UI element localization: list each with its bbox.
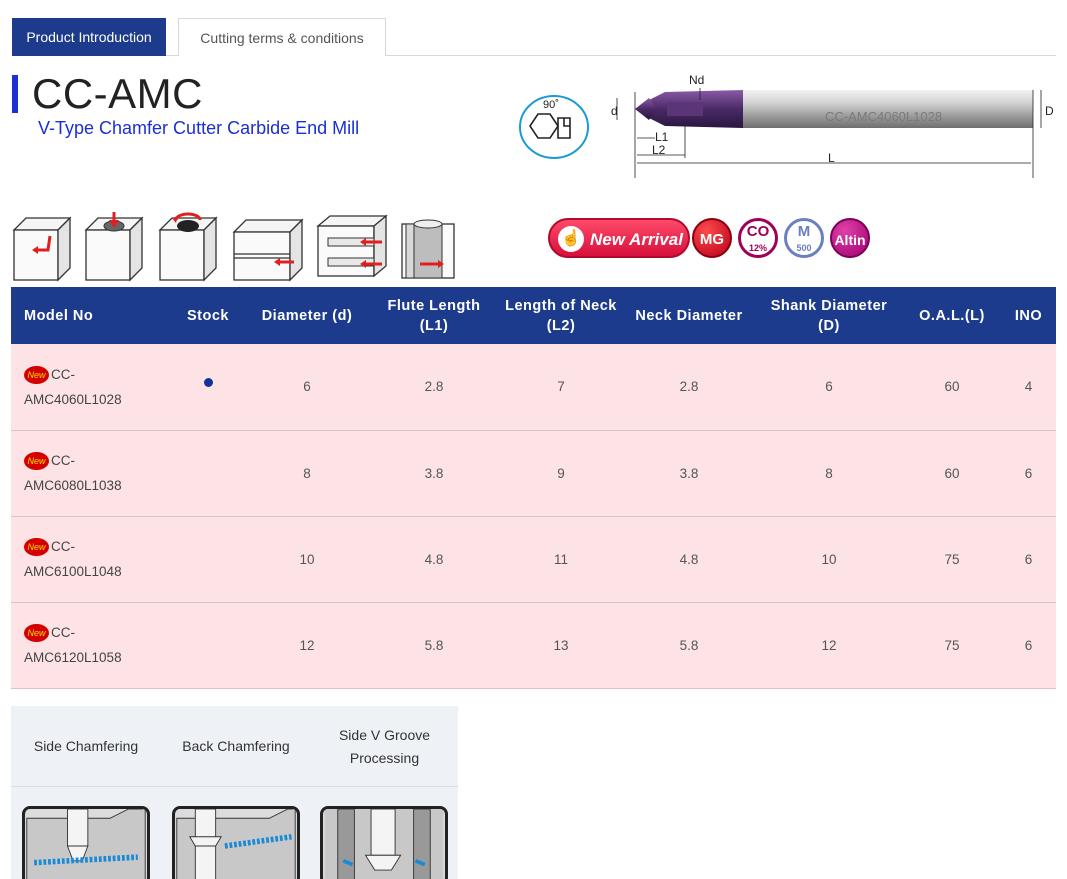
ino-cell: 6 xyxy=(1001,430,1056,517)
neck-diameter-cell: 3.8 xyxy=(623,430,755,517)
page-subtitle: V-Type Chamfer Cutter Carbide End Mill xyxy=(38,118,360,138)
tab-product-introduction[interactable]: Product Introduction xyxy=(12,18,166,56)
stock-cell xyxy=(171,516,245,603)
back-chamfering-illustration xyxy=(172,806,300,879)
new-arrival-badge: ☝ New Arrival xyxy=(548,218,690,258)
oal-cell: 75 xyxy=(903,602,1001,689)
neck-length-cell: 9 xyxy=(499,430,623,517)
col-model-no: Model No xyxy=(11,287,171,344)
col-ino: INO xyxy=(1001,287,1056,344)
col-stock: Stock xyxy=(171,287,245,344)
spec-table: Model No Stock Diameter (d) Flute Length… xyxy=(11,287,1056,689)
dim-label-L2: L2 xyxy=(652,143,666,157)
inner-groove-operation-icon xyxy=(401,219,455,279)
col-oal: O.A.L.(L) xyxy=(903,287,1001,344)
flute-length-cell: 2.8 xyxy=(369,344,499,431)
side-chamfer-operation-icon xyxy=(12,216,72,282)
diameter-cell: 10 xyxy=(245,516,369,603)
chamfer-angle-icon: 90˚ xyxy=(519,95,589,159)
neck-diameter-cell: 4.8 xyxy=(623,516,755,603)
table-row: New CC- AMC6120L1058 12 5.8 13 5.8 12 75 6 xyxy=(11,602,1056,689)
co-badge: CO 12% xyxy=(738,218,778,258)
neck-length-cell: 7 xyxy=(499,344,623,431)
oal-cell: 75 xyxy=(903,516,1001,603)
table-row: New CC- AMC4060L1028 6 2.8 7 2.8 6 60 4 xyxy=(11,344,1056,431)
altin-badge: Altin xyxy=(830,218,870,258)
neck-diameter-cell: 5.8 xyxy=(623,602,755,689)
dim-label-d: d xyxy=(611,104,618,118)
shank-diameter-cell: 10 xyxy=(755,516,903,603)
tab-cutting-terms[interactable]: Cutting terms & conditions xyxy=(178,18,386,56)
touch-hand-icon: ☝ xyxy=(558,226,584,252)
diameter-cell: 8 xyxy=(245,430,369,517)
shank-diameter-cell: 8 xyxy=(755,430,903,517)
shank-diameter-cell: 12 xyxy=(755,602,903,689)
model-cell[interactable]: New CC- AMC6080L1038 xyxy=(11,430,171,517)
shank-engraving: CC-AMC4060L1028 xyxy=(825,109,942,124)
oal-cell: 60 xyxy=(903,430,1001,517)
double-groove-operation-icon xyxy=(316,214,388,278)
side-chamfering-illustration xyxy=(22,806,150,879)
stock-cell xyxy=(171,344,245,431)
ino-cell: 4 xyxy=(1001,344,1056,431)
oal-cell: 60 xyxy=(903,344,1001,431)
applications-header: Side Chamfering Back Chamfering Side V G… xyxy=(11,706,458,787)
dim-label-L1: L1 xyxy=(655,130,669,144)
diameter-cell: 12 xyxy=(245,602,369,689)
stock-cell xyxy=(171,602,245,689)
ino-cell: 6 xyxy=(1001,516,1056,603)
hole-chamfer-operation-icon xyxy=(84,212,144,282)
flute-length-cell: 4.8 xyxy=(369,516,499,603)
dim-label-D: D xyxy=(1045,104,1054,118)
pocket-chamfer-operation-icon xyxy=(158,212,218,282)
tab-bar: Product Introduction Cutting terms & con… xyxy=(12,18,1056,56)
m500-badge: M 500 xyxy=(784,218,824,258)
col-shank-diameter: Shank Diameter (D) xyxy=(755,287,903,344)
col-flute-length: Flute Length (L1) xyxy=(369,287,499,344)
dim-label-L: L xyxy=(828,151,835,165)
model-cell[interactable]: New CC- AMC4060L1028 xyxy=(11,344,171,431)
table-row: New CC- AMC6100L1048 10 4.8 11 4.8 10 75 6 xyxy=(11,516,1056,603)
col-neck-diameter: Neck Diameter xyxy=(623,287,755,344)
side-v-groove-illustration xyxy=(320,806,448,879)
mg-badge: MG xyxy=(692,218,732,258)
flute-length-cell: 3.8 xyxy=(369,430,499,517)
new-tag-icon: New xyxy=(24,624,49,643)
col-length-of-neck: Length of Neck (L2) xyxy=(499,287,623,344)
page-title: CC-AMC xyxy=(32,70,203,117)
applications-panel: Side Chamfering Back Chamfering Side V G… xyxy=(11,706,458,879)
table-header-row: Model No Stock Diameter (d) Flute Length… xyxy=(11,287,1056,344)
neck-length-cell: 11 xyxy=(499,516,623,603)
dim-label-nd: Nd xyxy=(689,73,704,87)
new-tag-icon: New xyxy=(24,366,49,385)
model-cell[interactable]: New CC- AMC6120L1058 xyxy=(11,602,171,689)
side-chamfering-label: Side Chamfering xyxy=(33,738,139,754)
new-tag-icon: New xyxy=(24,538,49,557)
neck-length-cell: 13 xyxy=(499,602,623,689)
neck-diameter-cell: 2.8 xyxy=(623,344,755,431)
new-tag-icon: New xyxy=(24,452,49,471)
ino-cell: 6 xyxy=(1001,602,1056,689)
title-accent-bar xyxy=(12,75,18,113)
table-row: New CC- AMC6080L1038 8 3.8 9 3.8 8 60 6 xyxy=(11,430,1056,517)
side-v-groove-label: Side V Groove Processing xyxy=(338,726,431,766)
diameter-cell: 6 xyxy=(245,344,369,431)
angle-label: 90˚ xyxy=(543,99,559,111)
shank-diameter-cell: 6 xyxy=(755,344,903,431)
stock-cell xyxy=(171,430,245,517)
side-groove-operation-icon xyxy=(232,218,304,282)
in-stock-dot-icon xyxy=(203,378,213,388)
end-mill-drawing: CC-AMC4060L1028 L L1 L2 d D Nd xyxy=(611,73,1054,178)
model-cell[interactable]: New CC- AMC6100L1048 xyxy=(11,516,171,603)
flute-length-cell: 5.8 xyxy=(369,602,499,689)
back-chamfering-label: Back Chamfering xyxy=(182,738,290,754)
col-diameter: Diameter (d) xyxy=(245,287,369,344)
